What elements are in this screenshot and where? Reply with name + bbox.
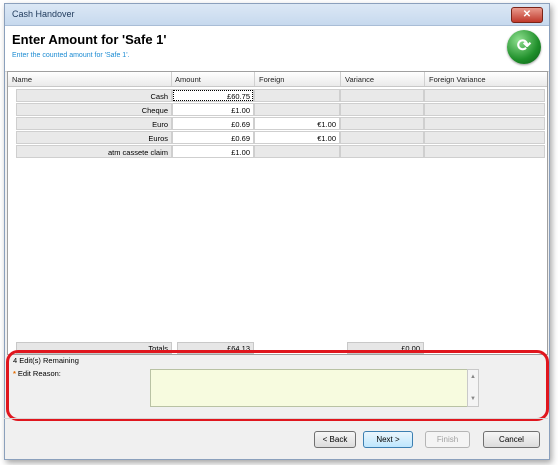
amount-input[interactable]: £0.69	[172, 117, 254, 130]
foreign-cell	[254, 145, 340, 158]
table-row: Euros £0.69 €1.00	[16, 131, 545, 145]
foreign-input[interactable]: €1.00	[254, 131, 340, 144]
variance-cell	[340, 145, 424, 158]
column-header-name[interactable]: Name	[12, 75, 32, 84]
foreign-variance-cell	[424, 145, 545, 158]
page-subtitle: Enter the counted amount for 'Safe 1'.	[12, 52, 130, 59]
variance-cell	[340, 131, 424, 144]
row-name: Cash	[16, 89, 172, 102]
amount-input[interactable]: £1.00	[172, 103, 254, 116]
row-name: Cheque	[16, 103, 172, 116]
table-row: Cash £60.75	[16, 89, 545, 103]
highlight-annotation	[6, 350, 549, 421]
amount-input[interactable]: £1.00	[172, 145, 254, 158]
foreign-cell	[254, 103, 340, 116]
finish-button[interactable]: Finish	[425, 431, 470, 448]
refresh-handover-icon: ⟳	[507, 30, 541, 64]
wizard-header: Enter Amount for 'Safe 1' Enter the coun…	[5, 26, 549, 72]
foreign-cell	[254, 89, 340, 102]
foreign-variance-cell	[424, 89, 545, 102]
variance-cell	[340, 103, 424, 116]
column-header-foreign-variance[interactable]: Foreign Variance	[429, 75, 486, 84]
table-row: atm cassete claim £1.00	[16, 145, 545, 159]
cancel-button[interactable]: Cancel	[483, 431, 540, 448]
row-name: Euros	[16, 131, 172, 144]
amount-input[interactable]: £0.69	[172, 131, 254, 144]
table-row: Euro £0.69 €1.00	[16, 117, 545, 131]
foreign-input[interactable]: €1.00	[254, 117, 340, 130]
column-header-foreign[interactable]: Foreign	[259, 75, 284, 84]
foreign-variance-cell	[424, 103, 545, 116]
title-bar: Cash Handover ✕	[5, 4, 549, 26]
amount-input[interactable]: £60.75	[172, 89, 254, 102]
window-title: Cash Handover	[12, 9, 75, 19]
table-row: Cheque £1.00	[16, 103, 545, 117]
back-button[interactable]: < Back	[314, 431, 356, 448]
row-name: atm cassete claim	[16, 145, 172, 158]
page-title: Enter Amount for 'Safe 1'	[12, 32, 167, 47]
variance-cell	[340, 117, 424, 130]
footer-divider	[4, 418, 548, 419]
column-header-amount[interactable]: Amount	[175, 75, 201, 84]
variance-cell	[340, 89, 424, 102]
row-name: Euro	[16, 117, 172, 130]
next-button[interactable]: Next >	[363, 431, 413, 448]
close-button[interactable]: ✕	[511, 7, 543, 23]
column-header-variance[interactable]: Variance	[345, 75, 374, 84]
foreign-variance-cell	[424, 117, 545, 130]
amount-grid: Name Amount Foreign Variance Foreign Var…	[7, 71, 548, 355]
foreign-variance-cell	[424, 131, 545, 144]
grid-header: Name Amount Foreign Variance Foreign Var…	[8, 72, 547, 87]
